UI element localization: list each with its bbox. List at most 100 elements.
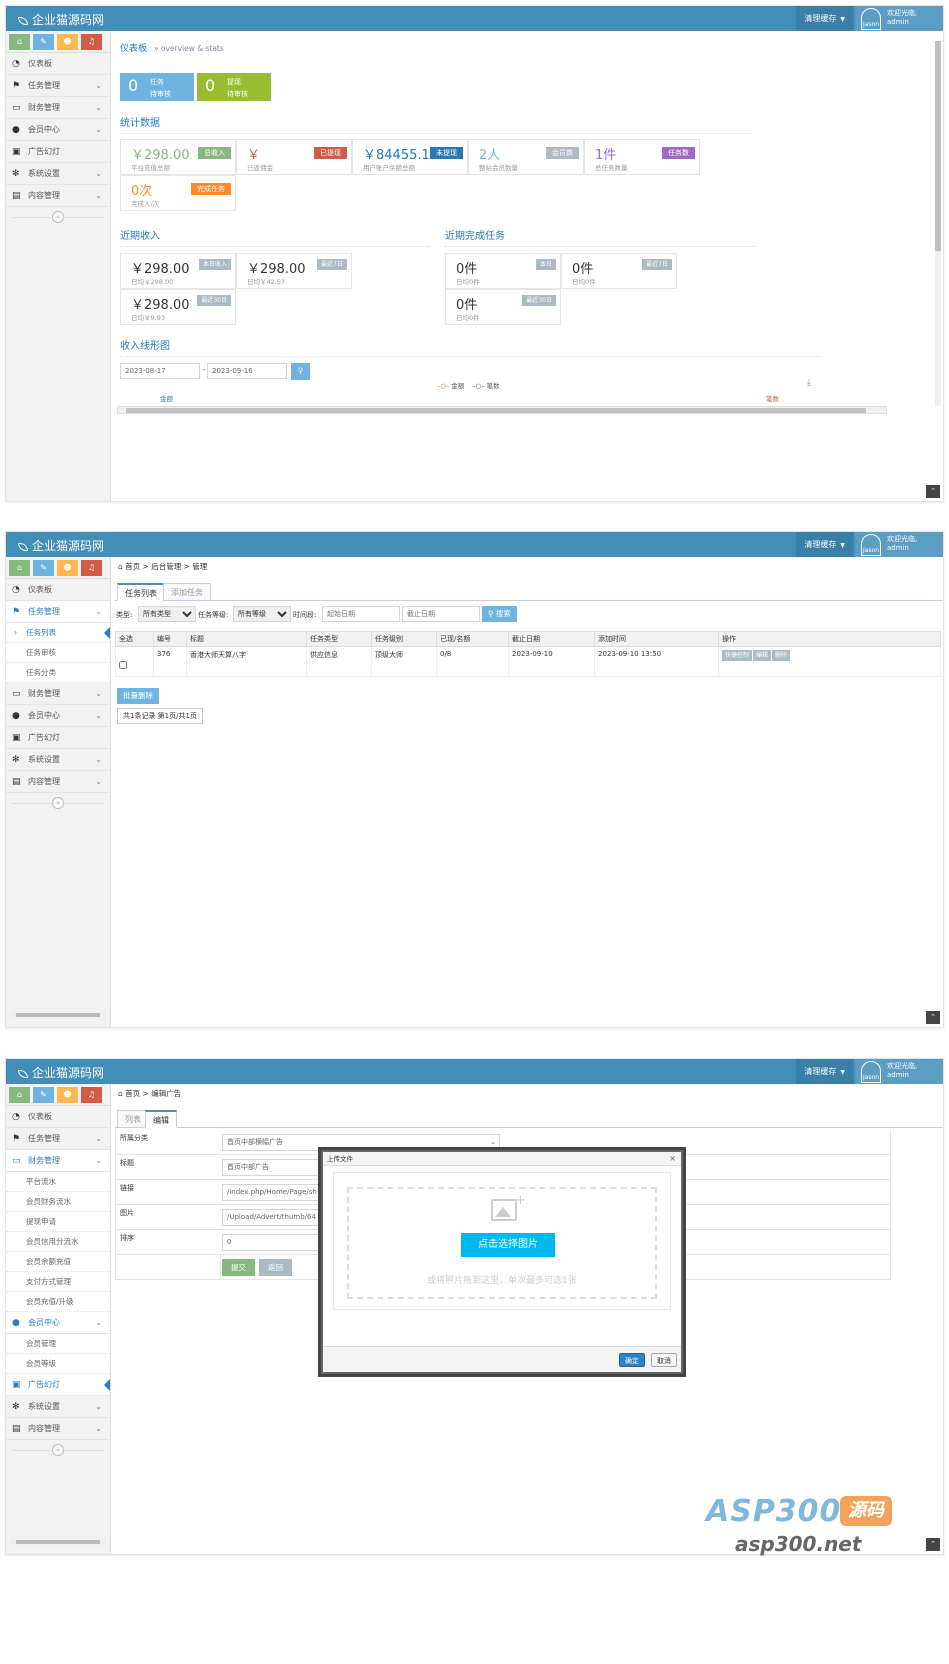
users-shortcut-button[interactable]: ☻ (57, 560, 78, 576)
users-shortcut-button[interactable]: ☻ (57, 1087, 78, 1103)
sidebar-scrollbar[interactable] (10, 1539, 106, 1545)
sub-task-audit[interactable]: 任务审核 (6, 643, 110, 663)
nav-task[interactable]: ⚑ 任务管理 ⌄ (6, 1128, 110, 1150)
nav-finance[interactable]: ▭ 财务管理 ⌄ (6, 683, 110, 705)
nav-finance[interactable]: ▭ 财务管理 ⌄ (6, 97, 110, 119)
sub-member-manage[interactable]: 会员管理 (6, 1334, 110, 1354)
bell-shortcut-button[interactable]: ♫ (81, 34, 102, 50)
nav-ad[interactable]: ▣ 广告幻灯 (6, 141, 110, 163)
batch-delete-button[interactable]: 批量删除 (117, 688, 159, 704)
download-icon[interactable]: ⤓ (807, 378, 811, 388)
nav-dashboard[interactable]: ◔ 仪表板 (6, 1106, 110, 1128)
withdraw-pending-box[interactable]: 0 提现 待审核 (197, 73, 271, 101)
drop-zone[interactable]: + 点击选择图片 或将照片拖到这里，单次最多可选1张 (333, 1172, 671, 1310)
clear-cache-button[interactable]: 清理缓存 ▼ (796, 1059, 853, 1084)
logo[interactable]: 企业猫源码网 (18, 11, 104, 28)
end-date-input[interactable] (402, 606, 480, 622)
date-search-button[interactable]: ⚲ (291, 363, 310, 380)
cancel-button[interactable]: 取消 (651, 1353, 677, 1367)
user-menu[interactable]: Jason 欢迎光临, admin (855, 532, 943, 557)
close-icon[interactable]: × (669, 1152, 676, 1166)
sidebar: ⌂ ✎ ☻ ♫ ◔ 仪表板 ⚑ 任务管理 ⌄ ▭ 财务管理 ⌄ ● 会员中心 ⌄ ▣ 广告幻灯 … (6, 31, 111, 501)
choose-image-button[interactable]: 点击选择图片 (461, 1233, 555, 1257)
bell-shortcut-button[interactable]: ♫ (81, 1087, 102, 1103)
sidebar-scrollbar[interactable] (10, 1012, 106, 1018)
sub-platform-flow[interactable]: 平台流水 (6, 1172, 110, 1192)
clear-cache-button[interactable]: 清理缓存 ▼ (796, 532, 853, 557)
nav-system[interactable]: ✻ 系统设置 ⌄ (6, 163, 110, 185)
sidebar-collapse-button[interactable]: « (6, 1440, 110, 1460)
sub-recharge[interactable]: 会员余额充值 (6, 1252, 110, 1272)
nav-member[interactable]: ● 会员中心 ⌄ (6, 1312, 110, 1334)
nav-member[interactable]: ● 会员中心 ⌄ (6, 119, 110, 141)
sub-credit-flow[interactable]: 会员信用分流水 (6, 1232, 110, 1252)
scroll-top-button[interactable]: ⌃ (926, 1538, 940, 1551)
nav-task[interactable]: ⚑ 任务管理 ⌄ (6, 601, 110, 623)
quick-control-button[interactable]: 快捷控制 (722, 650, 753, 661)
nav-dashboard[interactable]: ◔ 仪表板 (6, 53, 110, 75)
row-ops: 快捷控制 编辑 删除 (718, 646, 941, 677)
search-button[interactable]: ⚲ 搜索 (482, 606, 517, 622)
date-from-input[interactable] (120, 363, 200, 379)
back-button[interactable]: 返回 (259, 1259, 292, 1276)
tab-add-task[interactable]: 添加任务 (163, 583, 211, 601)
scroll-top-button[interactable]: ⌃ (926, 485, 940, 498)
sub-member-level[interactable]: 会员等级 (6, 1354, 110, 1374)
sidebar-collapse-button[interactable]: « (6, 207, 110, 227)
user-menu[interactable]: Jason 欢迎光临, admin (855, 1059, 943, 1084)
user-menu[interactable]: Jason 欢迎光临, admin (855, 6, 943, 31)
sort-input[interactable]: 0 (222, 1234, 322, 1251)
ok-button[interactable]: 确定 (619, 1353, 645, 1367)
nav-finance[interactable]: ▭ 财务管理 ⌄ (6, 1150, 110, 1172)
link-input[interactable]: /index.php/Home/Page/sh (222, 1184, 322, 1201)
nav-content[interactable]: ▤ 内容管理 ⌄ (6, 771, 110, 793)
sub-upgrade[interactable]: 会员充值/升级 (6, 1292, 110, 1312)
nav-dashboard[interactable]: ◔ 仪表板 (6, 579, 110, 601)
nav-ad[interactable]: ▣ 广告幻灯 (6, 1374, 110, 1396)
nav-member[interactable]: ● 会员中心 ⌄ (6, 705, 110, 727)
delete-button[interactable]: 删除 (772, 650, 791, 661)
sub-task-list[interactable]: 任务列表 (6, 623, 110, 643)
tab-bar: 列表 编辑 (115, 1110, 943, 1128)
type-select[interactable]: 所有类型 (138, 606, 196, 622)
title-input[interactable]: 首页中部广告 (222, 1159, 322, 1176)
scroll-top-button[interactable]: ⌃ (926, 1011, 940, 1024)
home-shortcut-button[interactable]: ⌂ (9, 560, 30, 576)
col-select-all[interactable]: 全选 (115, 631, 154, 647)
vertical-scrollbar[interactable] (935, 41, 941, 406)
home-shortcut-button[interactable]: ⌂ (9, 34, 30, 50)
submit-button[interactable]: 提交 (222, 1259, 255, 1276)
pencil-shortcut-button[interactable]: ✎ (33, 1087, 54, 1103)
sidebar-collapse-button[interactable]: « (6, 793, 110, 813)
image-input[interactable]: /Upload/Advert/thumb/64 (222, 1209, 322, 1226)
task-pending-box[interactable]: 0 任务 待审核 (120, 73, 194, 101)
logo[interactable]: 企业猫源码网 (18, 1064, 104, 1081)
pencil-shortcut-button[interactable]: ✎ (33, 34, 54, 50)
clear-cache-button[interactable]: 清理缓存 ▼ (796, 6, 853, 31)
sub-member-finance[interactable]: 会员财务流水 (6, 1192, 110, 1212)
start-date-input[interactable] (322, 606, 400, 622)
date-to-input[interactable] (207, 363, 287, 379)
tab-edit[interactable]: 编辑 (145, 1110, 177, 1128)
dashboard-icon: ◔ (12, 59, 20, 69)
edit-button[interactable]: 编辑 (753, 650, 772, 661)
home-shortcut-button[interactable]: ⌂ (9, 1087, 30, 1103)
nav-system[interactable]: ✻ 系统设置 ⌄ (6, 749, 110, 771)
tab-task-list[interactable]: 任务列表 (117, 583, 165, 601)
bell-shortcut-button[interactable]: ♫ (81, 560, 102, 576)
nav-task[interactable]: ⚑ 任务管理 ⌄ (6, 75, 110, 97)
nav-ad[interactable]: ▣ 广告幻灯 (6, 727, 110, 749)
sub-payment-method[interactable]: 支付方式管理 (6, 1272, 110, 1292)
logo[interactable]: 企业猫源码网 (18, 537, 104, 554)
row-checkbox[interactable] (119, 660, 127, 669)
sub-withdraw[interactable]: 提现申请 (6, 1212, 110, 1232)
user-icon: ● (12, 125, 20, 135)
level-select[interactable]: 所有等级 (233, 606, 291, 622)
horizontal-scrollbar[interactable] (117, 406, 887, 414)
nav-content[interactable]: ▤ 内容管理 ⌄ (6, 1418, 110, 1440)
sub-task-category[interactable]: 任务分类 (6, 663, 110, 683)
nav-content[interactable]: ▤ 内容管理 ⌄ (6, 185, 110, 207)
nav-system[interactable]: ✻ 系统设置 ⌄ (6, 1396, 110, 1418)
pencil-shortcut-button[interactable]: ✎ (33, 560, 54, 576)
users-shortcut-button[interactable]: ☻ (57, 34, 78, 50)
